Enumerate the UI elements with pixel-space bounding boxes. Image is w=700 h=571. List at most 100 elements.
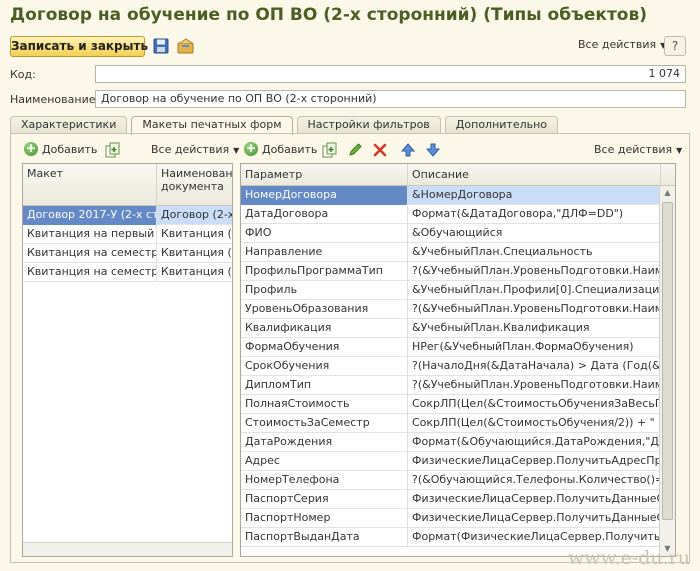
- table-row[interactable]: Квитанция на семестр... Квитанция (пл: [23, 244, 232, 263]
- parameter-cell[interactable]: ДатаРождения: [241, 433, 408, 452]
- template-cell[interactable]: Квитанция на первый ...: [23, 225, 157, 244]
- parameter-cell[interactable]: ПаспортВыданДата: [241, 528, 408, 547]
- table-row[interactable]: Квалификация &УчебныйПлан.Квалификация: [241, 319, 661, 338]
- description-cell[interactable]: НРег(&УчебныйПлан.ФормаОбучения): [408, 338, 661, 357]
- parameter-cell[interactable]: Квалификация: [241, 319, 408, 338]
- description-cell[interactable]: СокрЛП(Цел(&СтоимостьОбученияЗаВесьПе...: [408, 395, 661, 414]
- table-row[interactable]: Направление &УчебныйПлан.Специальность: [241, 243, 661, 262]
- left-add-button[interactable]: + Добавить: [24, 142, 97, 156]
- description-cell[interactable]: &УчебныйПлан.Профили[0].Специализация: [408, 281, 661, 300]
- table-row[interactable]: НомерТелефона ?(&Обучающийся.Телефоны.Кол…: [241, 471, 661, 490]
- table-row[interactable]: СрокОбучения ?(НачалоДня(&ДатаНачала) > Д…: [241, 357, 661, 376]
- description-cell[interactable]: Формат(&Обучающийся.ДатаРождения,"ДФ...: [408, 433, 661, 452]
- right-add-button[interactable]: + Добавить: [244, 142, 317, 156]
- table-row[interactable]: Квитанция на первый ... Квитанция (пе: [23, 225, 232, 244]
- parameter-cell[interactable]: СрокОбучения: [241, 357, 408, 376]
- document-name-cell[interactable]: Квитанция (пл: [157, 263, 232, 282]
- description-cell[interactable]: ?(&УчебныйПлан.УровеньПодготовки.Наиме..…: [408, 262, 661, 281]
- delete-icon[interactable]: [371, 141, 389, 159]
- table-row[interactable]: ПрофильПрограммаТип ?(&УчебныйПлан.Уровен…: [241, 262, 661, 281]
- name-field[interactable]: Договор на обучение по ОП ВО (2-х сторон…: [95, 90, 686, 108]
- parameter-cell[interactable]: НомерТелефона: [241, 471, 408, 490]
- watermark: www.e-du.ru: [568, 547, 690, 569]
- table-row[interactable]: ПаспортВыданДата Формат(ФизическиеЛицаСер…: [241, 528, 661, 547]
- table-row[interactable]: Профиль &УчебныйПлан.Профили[0].Специализ…: [241, 281, 661, 300]
- table-row[interactable]: ДатаРождения Формат(&Обучающийся.ДатаРожд…: [241, 433, 661, 452]
- parameter-cell[interactable]: ПаспортСерия: [241, 490, 408, 509]
- scroll-thumb[interactable]: [662, 202, 673, 520]
- parameter-cell[interactable]: ФИО: [241, 224, 408, 243]
- document-name-cell[interactable]: Квитанция (пл: [157, 244, 232, 263]
- table-row[interactable]: ДатаДоговора Формат(&ДатаДоговора,"ДЛФ=DD…: [241, 205, 661, 224]
- description-cell[interactable]: ФизическиеЛицаСервер.ПолучитьАдресПро...: [408, 452, 661, 471]
- description-cell[interactable]: ?(&Обучающийся.Телефоны.Количество()=0,"…: [408, 471, 661, 490]
- parameter-cell[interactable]: НомерДоговора: [241, 186, 408, 205]
- parameter-cell[interactable]: ПолнаяСтоимость: [241, 395, 408, 414]
- scroll-up-icon[interactable]: ▲: [660, 186, 675, 200]
- parameter-cell[interactable]: Профиль: [241, 281, 408, 300]
- description-cell[interactable]: &НомерДоговора: [408, 186, 661, 205]
- column-header-document-name[interactable]: Наименование документа: [157, 164, 232, 205]
- column-header-template[interactable]: Макет: [23, 164, 157, 205]
- description-cell[interactable]: ФизическиеЛицаСервер.ПолучитьДанныеО...: [408, 509, 661, 528]
- copy-icon[interactable]: [104, 141, 122, 159]
- description-cell[interactable]: &УчебныйПлан.Специальность: [408, 243, 661, 262]
- description-cell[interactable]: &УчебныйПлан.Квалификация: [408, 319, 661, 338]
- copy-icon[interactable]: [321, 141, 339, 159]
- table-row[interactable]: ПолнаяСтоимость СокрЛП(Цел(&СтоимостьОбуч…: [241, 395, 661, 414]
- parameter-cell[interactable]: Направление: [241, 243, 408, 262]
- template-cell[interactable]: Договор 2017-У (2-х ст...: [23, 206, 157, 225]
- document-name-cell[interactable]: Договор (2-х с: [157, 206, 232, 225]
- post-icon[interactable]: [177, 37, 195, 55]
- description-cell[interactable]: ФизическиеЛицаСервер.ПолучитьДанныеО...: [408, 490, 661, 509]
- left-all-actions-menu[interactable]: Все действия ▼: [151, 143, 239, 156]
- tab-filter-settings[interactable]: Настройки фильтров: [296, 116, 441, 134]
- edit-icon[interactable]: [346, 141, 364, 159]
- tab-characteristics[interactable]: Характеристики: [10, 116, 128, 134]
- parameter-cell[interactable]: ФормаОбучения: [241, 338, 408, 357]
- right-all-actions-menu[interactable]: Все действия ▼: [594, 143, 682, 156]
- parameter-cell[interactable]: УровеньОбразования: [241, 300, 408, 319]
- description-cell[interactable]: ?(&УчебныйПлан.УровеньПодготовки.Наиме..…: [408, 300, 661, 319]
- table-row[interactable]: Договор 2017-У (2-х ст... Договор (2-х с: [23, 206, 232, 225]
- table-row[interactable]: НомерДоговора &НомерДоговора: [241, 186, 661, 205]
- column-header-parameter[interactable]: Параметр: [241, 164, 408, 185]
- column-header-description[interactable]: Описание: [408, 164, 661, 185]
- description-cell[interactable]: ?(НачалоДня(&ДатаНачала) > Дата (Год(&Уч…: [408, 357, 661, 376]
- save-and-close-button[interactable]: Записать и закрыть: [10, 36, 148, 57]
- all-actions-menu[interactable]: Все действия▼: [578, 38, 666, 51]
- parameter-cell[interactable]: ДипломТип: [241, 376, 408, 395]
- parameter-cell[interactable]: ДатаДоговора: [241, 205, 408, 224]
- parameters-table-header: Параметр Описание: [241, 164, 675, 186]
- table-row[interactable]: Адрес ФизическиеЛицаСервер.ПолучитьАдресП…: [241, 452, 661, 471]
- parameter-cell[interactable]: СтоимостьЗаСеместр: [241, 414, 408, 433]
- description-cell[interactable]: &Обучающийся: [408, 224, 661, 243]
- template-cell[interactable]: Квитанция на семестр...: [23, 244, 157, 263]
- document-name-cell[interactable]: Квитанция (пе: [157, 225, 232, 244]
- description-cell[interactable]: ?(&УчебныйПлан.УровеньПодготовки.Наиме..…: [408, 376, 661, 395]
- horizontal-scrollbar[interactable]: [23, 542, 232, 556]
- table-row[interactable]: ПаспортСерия ФизическиеЛицаСервер.Получит…: [241, 490, 661, 509]
- table-row[interactable]: УровеньОбразования ?(&УчебныйПлан.Уровень…: [241, 300, 661, 319]
- templates-table-header: Макет Наименование документа: [23, 164, 232, 206]
- description-cell[interactable]: Формат(&ДатаДоговора,"ДЛФ=DD"): [408, 205, 661, 224]
- help-button[interactable]: ?: [664, 36, 686, 56]
- description-cell[interactable]: СокрЛП(Цел(&СтоимостьОбучения/2)) + " ("…: [408, 414, 661, 433]
- move-down-icon[interactable]: [424, 141, 442, 159]
- move-up-icon[interactable]: [399, 141, 417, 159]
- table-row[interactable]: Квитанция на семестр... Квитанция (пл: [23, 263, 232, 282]
- table-row[interactable]: ДипломТип ?(&УчебныйПлан.УровеньПодготовк…: [241, 376, 661, 395]
- table-row[interactable]: СтоимостьЗаСеместр СокрЛП(Цел(&СтоимостьО…: [241, 414, 661, 433]
- template-cell[interactable]: Квитанция на семестр...: [23, 263, 157, 282]
- parameter-cell[interactable]: ПрофильПрограммаТип: [241, 262, 408, 281]
- description-cell[interactable]: Формат(ФизическиеЛицаСервер.ПолучитьД...: [408, 528, 661, 547]
- save-icon[interactable]: [152, 37, 170, 55]
- vertical-scrollbar[interactable]: ▲ ▼: [659, 186, 675, 556]
- code-field[interactable]: 1 074: [95, 65, 686, 83]
- table-row[interactable]: ФормаОбучения НРег(&УчебныйПлан.ФормаОбуч…: [241, 338, 661, 357]
- parameter-cell[interactable]: ПаспортНомер: [241, 509, 408, 528]
- table-row[interactable]: ПаспортНомер ФизическиеЛицаСервер.Получит…: [241, 509, 661, 528]
- table-row[interactable]: ФИО &Обучающийся: [241, 224, 661, 243]
- tab-additional[interactable]: Дополнительно: [444, 116, 559, 134]
- parameter-cell[interactable]: Адрес: [241, 452, 408, 471]
